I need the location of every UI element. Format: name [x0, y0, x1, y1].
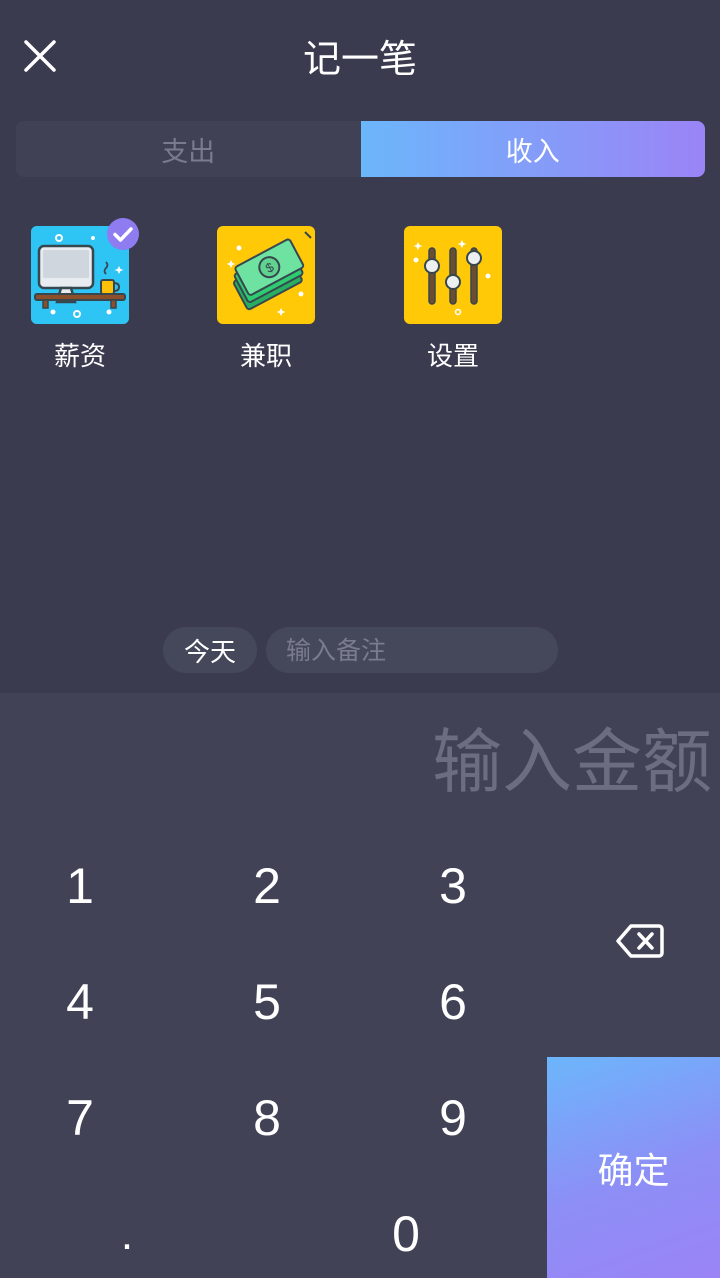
date-button[interactable]: 今天	[163, 627, 257, 673]
key-0[interactable]: 0	[346, 1184, 466, 1278]
category-label: 薪资	[53, 342, 106, 372]
key-7[interactable]: 7	[20, 1068, 140, 1168]
tab-expense[interactable]: 支出	[16, 121, 361, 177]
key-6[interactable]: 6	[393, 952, 513, 1052]
key-5[interactable]: 5	[207, 952, 327, 1052]
category-parttime[interactable]: $ 兼职	[206, 226, 326, 376]
app-screen: 记一笔 支出 收入 薪资 $ 兼职 设置 今天 输入备注 输入金额 1 2 3 …	[0, 0, 720, 1278]
amount-display[interactable]: 输入金额	[432, 720, 712, 804]
category-label: 设置	[426, 342, 479, 372]
confirm-button[interactable]: 确定	[547, 1057, 720, 1278]
category-settings[interactable]: 设置	[393, 226, 513, 376]
key-decimal[interactable]: .	[67, 1200, 187, 1270]
category-label: 兼职	[239, 342, 292, 372]
key-4[interactable]: 4	[20, 952, 140, 1052]
header: 记一笔	[0, 0, 720, 118]
tab-income[interactable]: 收入	[360, 121, 705, 177]
backspace-icon	[616, 924, 664, 958]
type-tabs: 支出 收入	[16, 121, 705, 177]
page-title: 记一笔	[302, 37, 417, 81]
note-input[interactable]	[266, 627, 558, 673]
check-badge-icon	[107, 218, 139, 250]
key-9[interactable]: 9	[393, 1068, 513, 1168]
sliders-icon	[404, 226, 502, 324]
key-3[interactable]: 3	[393, 836, 513, 936]
category-salary[interactable]: 薪资	[20, 218, 140, 376]
backspace-button[interactable]	[600, 910, 680, 972]
money-bills-icon: $	[217, 226, 315, 324]
category-grid: 薪资 $ 兼职 设置	[0, 218, 720, 376]
key-1[interactable]: 1	[20, 836, 140, 936]
key-2[interactable]: 2	[207, 836, 327, 936]
key-8[interactable]: 8	[207, 1068, 327, 1168]
